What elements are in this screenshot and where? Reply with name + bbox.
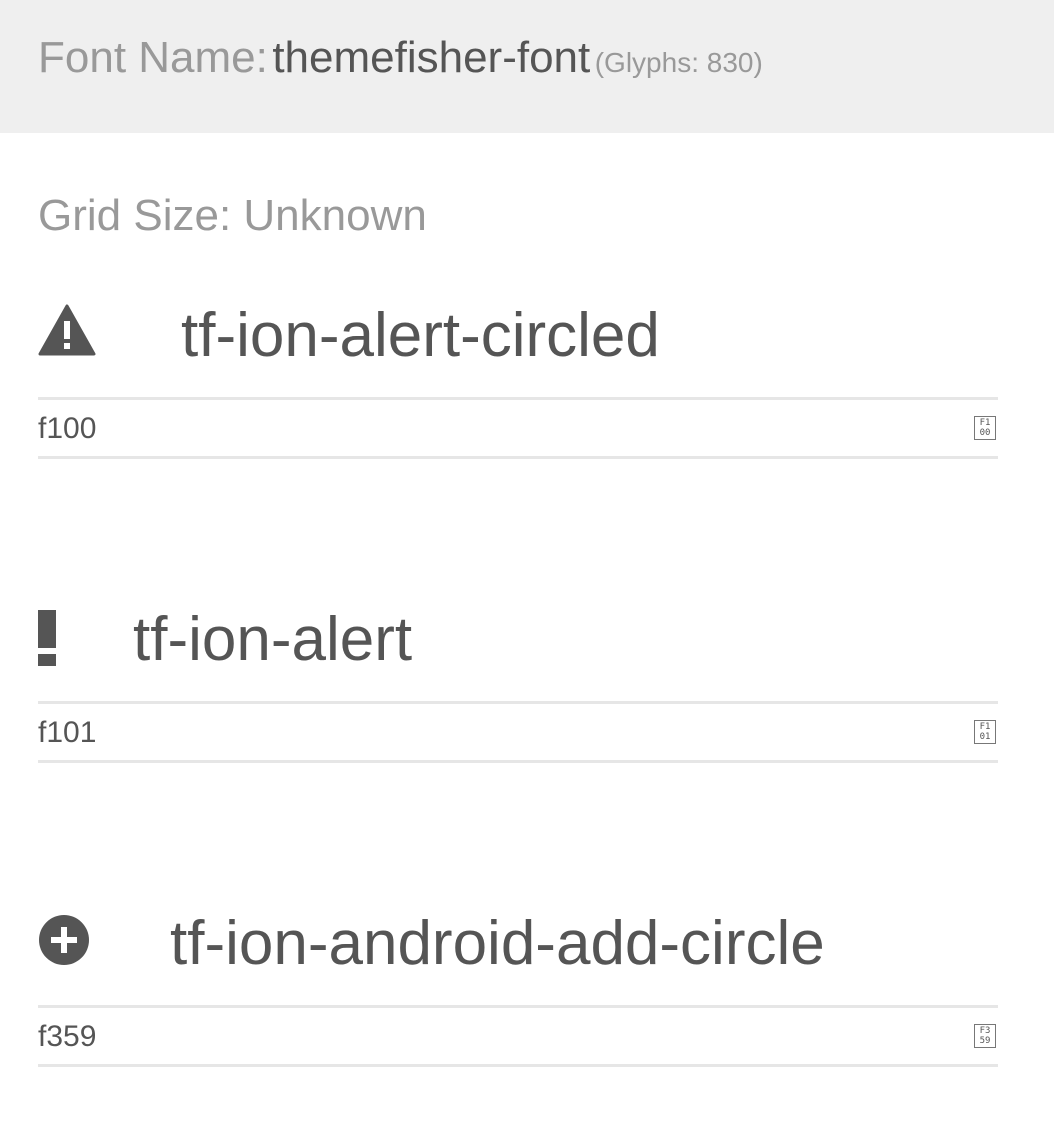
grid-size-label: Grid Size: Unknown bbox=[38, 191, 427, 240]
font-name-value: themefisher-font bbox=[272, 33, 591, 82]
glyph-code-row: f101 F1 01 bbox=[38, 701, 998, 763]
glyph-name: tf-ion-alert bbox=[133, 605, 413, 674]
glyph-header: tf-ion-android-add-circle bbox=[38, 904, 998, 984]
glyph-entry: tf-ion-android-add-circle f359 F3 59 bbox=[38, 904, 998, 1067]
glyph-hex-box: F1 01 bbox=[974, 720, 996, 744]
glyph-code-row: f359 F3 59 bbox=[38, 1005, 998, 1067]
glyph-code-row: f100 F1 00 bbox=[38, 397, 998, 459]
alert-triangle-icon bbox=[38, 304, 96, 356]
glyph-entry: tf-ion-alert-circled f100 F1 00 bbox=[38, 296, 998, 459]
glyph-name: tf-ion-android-add-circle bbox=[170, 909, 825, 978]
glyph-code: f101 bbox=[38, 716, 97, 749]
exclamation-icon bbox=[38, 610, 56, 666]
glyph-name: tf-ion-alert-circled bbox=[181, 301, 660, 370]
glyph-hex-box: F1 00 bbox=[974, 416, 996, 440]
page-header: Font Name: themefisher-font (Glyphs: 830… bbox=[0, 0, 1054, 133]
glyph-code: f100 bbox=[38, 412, 97, 445]
glyph-entry: tf-ion-alert f101 F1 01 bbox=[38, 600, 998, 763]
glyph-header: tf-ion-alert-circled bbox=[38, 296, 998, 376]
glyph-hex-box: F3 59 bbox=[974, 1024, 996, 1048]
glyph-header: tf-ion-alert bbox=[38, 600, 998, 680]
font-info: Font Name: themefisher-font (Glyphs: 830… bbox=[38, 30, 763, 96]
add-circle-icon bbox=[38, 914, 90, 966]
glyph-code: f359 bbox=[38, 1020, 97, 1053]
font-name-label: Font Name: bbox=[38, 33, 268, 82]
glyph-count: (Glyphs: 830) bbox=[594, 47, 763, 78]
